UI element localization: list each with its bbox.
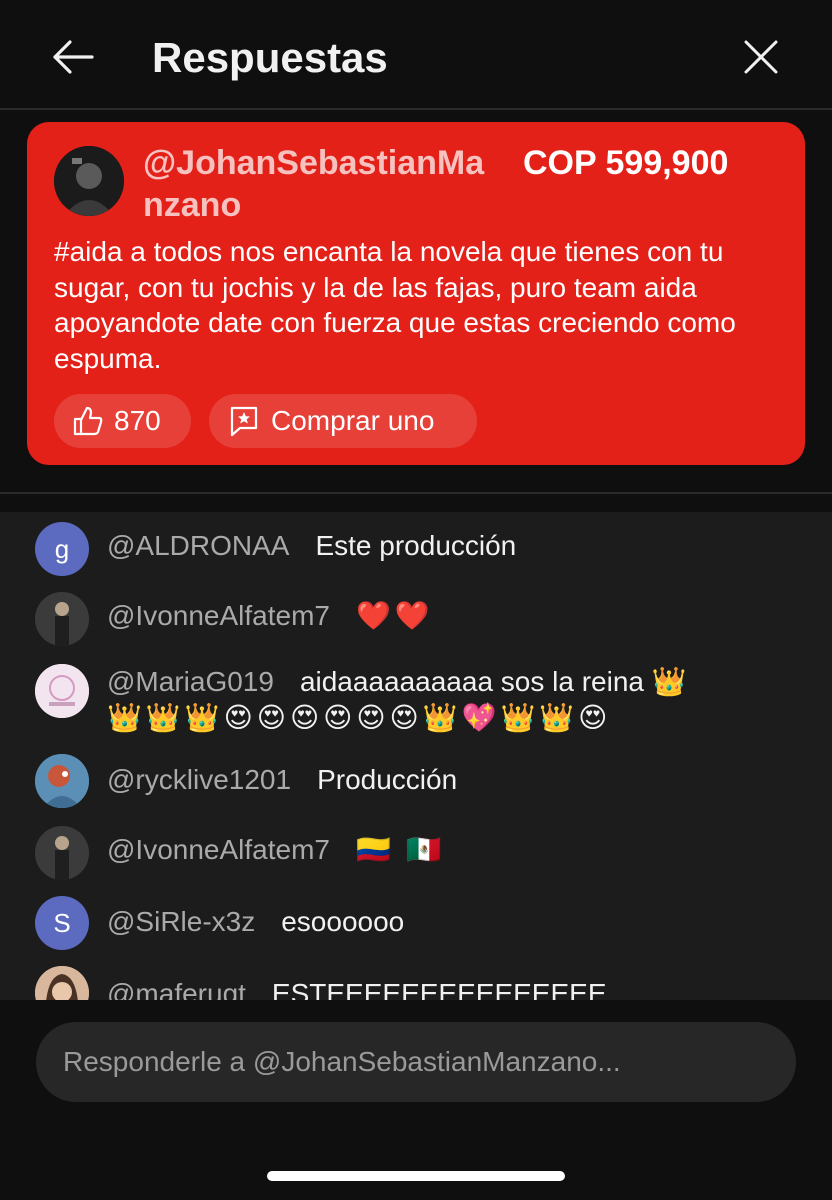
chat-author[interactable]: @rycklive1201	[107, 764, 291, 795]
chat-line: @IvonneAlfatem7 🇨🇴 🇲🇽	[107, 832, 807, 868]
avatar[interactable]	[35, 754, 89, 808]
chat-line: @maferugt ESTEEEEEEEEEEEEEEE	[107, 976, 807, 1000]
chat-line: @MariaG019 aidaaaaaaaaaa sos la reina 👑	[107, 664, 807, 700]
avatar[interactable]: S	[35, 896, 89, 950]
reply-input[interactable]	[36, 1022, 796, 1102]
home-indicator	[267, 1171, 565, 1181]
avatar-letter: S	[53, 907, 71, 938]
chat-line: @IvonneAlfatem7 ❤️❤️	[107, 598, 807, 634]
chat-author[interactable]: @SiRle-x3z	[107, 906, 255, 937]
chat-author[interactable]: @maferugt	[107, 978, 246, 1000]
divider	[0, 492, 832, 494]
close-button[interactable]	[736, 34, 786, 80]
chat-line: @ALDRONAA Este producción	[107, 528, 807, 564]
super-chat-card: @JohanSebastianManzano COP 599,900 #aida…	[27, 122, 805, 465]
chat-author[interactable]: @IvonneAlfatem7	[107, 834, 330, 865]
super-chat-icon	[230, 406, 258, 437]
super-chat-author[interactable]: @JohanSebastianManzano	[143, 142, 503, 226]
avatar[interactable]	[54, 146, 124, 216]
chat-text-continued: 👑👑👑😍😍😍😍😍😍👑💖👑👑😍	[107, 702, 612, 733]
chat-line: @rycklive1201 Producción	[107, 762, 807, 798]
chat-text: ❤️❤️	[356, 600, 434, 631]
buy-one-button[interactable]: Comprar uno	[209, 394, 477, 448]
page-title: Respuestas	[152, 34, 388, 81]
avatar[interactable]	[35, 592, 89, 646]
avatar[interactable]	[35, 826, 89, 880]
reply-bar	[0, 1000, 832, 1200]
chat-text: ESTEEEEEEEEEEEEEEE	[271, 978, 607, 1000]
like-count: 870	[114, 405, 161, 436]
header-bar: Respuestas	[0, 0, 832, 110]
chat-author[interactable]: @ALDRONAA	[107, 530, 289, 561]
super-chat-message: #aida a todos nos encanta la novela que …	[54, 236, 736, 374]
chat-text: 🇨🇴 🇲🇽	[356, 834, 446, 865]
close-icon	[744, 40, 778, 74]
like-button[interactable]: 870	[54, 394, 191, 448]
chat-text: Este producción	[315, 530, 517, 561]
thumbs-up-icon	[73, 406, 103, 436]
buy-one-label: Comprar uno	[271, 405, 435, 436]
chat-text: aidaaaaaaaaaa sos la reina 👑	[299, 666, 687, 697]
arrow-left-icon	[53, 40, 94, 74]
chat-author[interactable]: @IvonneAlfatem7	[107, 600, 330, 631]
chat-author[interactable]: @MariaG019	[107, 666, 274, 697]
avatar[interactable]	[35, 966, 89, 1000]
chat-text: Producción	[317, 764, 458, 795]
chat-line: @SiRle-x3z esoooooo	[107, 904, 807, 940]
avatar[interactable]: g	[35, 522, 89, 576]
chat-text: esoooooo	[281, 906, 405, 937]
back-button[interactable]	[48, 34, 98, 80]
chat-line: 👑👑👑😍😍😍😍😍😍👑💖👑👑😍	[107, 700, 807, 736]
avatar-letter: g	[54, 533, 70, 564]
chat-list[interactable]: g @ALDRONAA Este producción @IvonneAlfate…	[0, 512, 832, 1000]
super-chat-amount: COP 599,900	[523, 144, 729, 182]
avatar[interactable]	[35, 664, 89, 718]
